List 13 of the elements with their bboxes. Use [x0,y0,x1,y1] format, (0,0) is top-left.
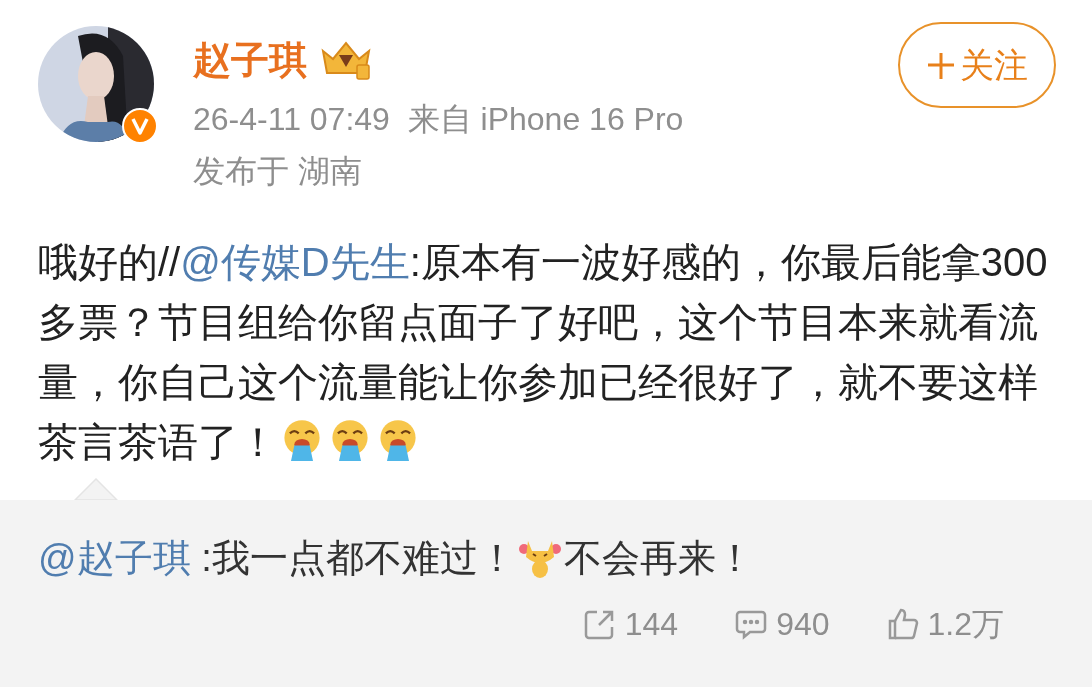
post-time-source: 26-4-11 07:49 来自 iPhone 16 Pro [193,100,685,139]
crown-icon [319,39,373,81]
comment-button[interactable]: 940 [734,600,830,648]
follow-button[interactable]: 关注 [898,22,1056,108]
repost-button[interactable]: 144 [582,600,679,648]
retweet-text: @赵子琪 :我一点都不难过！ 不会再来！ [38,534,755,581]
mention-link[interactable]: @传媒D先生 [180,240,410,284]
author-name[interactable]: 赵子琪 [193,31,307,89]
like-button[interactable]: 1.2万 [885,600,1004,648]
post-text: 哦好的//@传媒D先生:原本有一波好感的，你最后能拿300多票？节目组给你留点面子了好吧，这个节目本来就看流量，你自己这个流量能让你参加已经很好了，就不要这样茶言茶语了！ [37,239,1049,466]
post-location: 发布于 湖南 [193,152,363,191]
plus-icon [926,50,956,80]
mention-link[interactable]: @赵子琪 [38,537,191,579]
